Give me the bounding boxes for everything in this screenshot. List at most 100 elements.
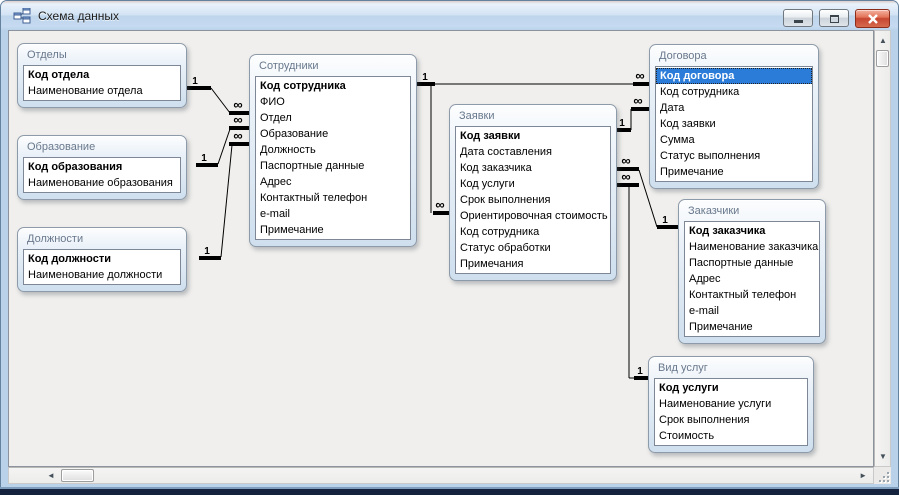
- cardinality-label: ∞: [621, 169, 630, 184]
- field-row[interactable]: Код образования: [24, 159, 180, 175]
- cardinality-label: ∞: [233, 97, 242, 112]
- table-title[interactable]: Договора: [650, 45, 818, 66]
- field-list: Код заказчикаНаименование заказчикаПаспо…: [684, 221, 820, 337]
- field-row[interactable]: Паспортные данные: [685, 255, 819, 271]
- field-row[interactable]: Код заявки: [656, 116, 812, 132]
- cardinality-label: 1: [422, 72, 428, 83]
- field-row[interactable]: Код услуги: [456, 176, 610, 192]
- horizontal-scroll-thumb[interactable]: [61, 469, 94, 482]
- cardinality-label: 1: [662, 215, 668, 226]
- table-dogovora[interactable]: Договора Код договораКод сотрудникаДатаКо…: [649, 44, 819, 189]
- horizontal-scrollbar[interactable]: ◄ ►: [8, 467, 874, 484]
- field-row[interactable]: ФИО: [256, 94, 410, 110]
- field-row[interactable]: Срок выполнения: [456, 192, 610, 208]
- field-row[interactable]: Наименование должности: [24, 267, 180, 283]
- field-row[interactable]: Код сотрудника: [656, 84, 812, 100]
- cardinality-label: 1: [204, 246, 210, 257]
- field-row[interactable]: Код сотрудника: [256, 78, 410, 94]
- table-zakazchiki[interactable]: ЗаказчикиКод заказчикаНаименование заказ…: [678, 199, 826, 344]
- field-row[interactable]: Примечания: [456, 256, 610, 272]
- diagram-canvas[interactable]: 1∞1∞1∞1∞∞1∞1∞1∞ ОтделыКод отделаНаименов…: [8, 30, 874, 467]
- scroll-down-icon[interactable]: ▼: [879, 453, 887, 461]
- field-row[interactable]: Код отдела: [24, 67, 180, 83]
- cardinality-label: ∞: [635, 68, 644, 83]
- field-row[interactable]: Код услуги: [655, 380, 807, 396]
- field-row[interactable]: Наименование отдела: [24, 83, 180, 99]
- cardinality-label: 1: [201, 153, 207, 164]
- table-title[interactable]: Заказчики: [679, 200, 825, 221]
- field-row[interactable]: Отдел: [256, 110, 410, 126]
- field-list: Код должностиНаименование должности: [23, 249, 181, 285]
- title-bar[interactable]: Схема данных: [1, 1, 898, 30]
- relationship-line[interactable]: [218, 129, 230, 164]
- field-row[interactable]: Код заявки: [456, 128, 610, 144]
- field-row[interactable]: Статус обработки: [456, 240, 610, 256]
- field-row[interactable]: Наименование заказчика: [685, 239, 819, 255]
- table-title[interactable]: Отделы: [18, 44, 186, 65]
- minimize-button[interactable]: [783, 9, 813, 27]
- table-title[interactable]: Заявки: [450, 105, 616, 126]
- cardinality-label: ∞: [233, 128, 242, 143]
- field-list: Код услугиНаименование услугиСрок выполн…: [654, 378, 808, 446]
- field-row[interactable]: Код заказчика: [685, 223, 819, 239]
- field-row[interactable]: Стоимость: [655, 428, 807, 444]
- table-dolzhnosti[interactable]: ДолжностиКод должностиНаименование должн…: [17, 227, 187, 292]
- field-row[interactable]: e-mail: [256, 206, 410, 222]
- field-row[interactable]: e-mail: [685, 303, 819, 319]
- relationship-line[interactable]: [221, 145, 232, 257]
- field-row[interactable]: Код заказчика: [456, 160, 610, 176]
- cardinality-label: ∞: [233, 112, 242, 127]
- vertical-scrollbar[interactable]: ▲ ▼: [874, 30, 891, 467]
- field-row[interactable]: Сумма: [656, 132, 812, 148]
- scroll-left-icon[interactable]: ◄: [47, 472, 55, 480]
- field-row[interactable]: Примечание: [656, 164, 812, 180]
- field-row[interactable]: Срок выполнения: [655, 412, 807, 428]
- table-sotrudniki[interactable]: СотрудникиКод сотрудникаФИООтделОбразова…: [249, 54, 417, 247]
- scroll-up-icon[interactable]: ▲: [879, 37, 887, 45]
- resize-grip-icon[interactable]: [878, 471, 889, 482]
- field-row[interactable]: Дата составления: [456, 144, 610, 160]
- field-row[interactable]: Наименование образования: [24, 175, 180, 191]
- close-button[interactable]: [855, 9, 890, 28]
- table-otdely[interactable]: ОтделыКод отделаНаименование отдела: [17, 43, 187, 108]
- field-row[interactable]: Ориентировочная стоимость: [456, 208, 610, 224]
- field-row[interactable]: Образование: [256, 126, 410, 142]
- field-row[interactable]: Паспортные данные: [256, 158, 410, 174]
- field-row[interactable]: Примечание: [685, 319, 819, 335]
- field-row[interactable]: Должность: [256, 142, 410, 158]
- field-row[interactable]: Контактный телефон: [256, 190, 410, 206]
- maximize-button[interactable]: [819, 9, 849, 27]
- table-title[interactable]: Сотрудники: [250, 55, 416, 76]
- field-row[interactable]: Адрес: [685, 271, 819, 287]
- minimize-icon: [794, 20, 803, 23]
- table-title[interactable]: Должности: [18, 228, 186, 249]
- field-row[interactable]: Код должности: [24, 251, 180, 267]
- field-row[interactable]: Наименование услуги: [655, 396, 807, 412]
- table-zayavki[interactable]: Заявки Код заявкиДата составленияКод зака…: [449, 104, 617, 281]
- field-row[interactable]: Код сотрудника: [456, 224, 610, 240]
- field-row[interactable]: Адрес: [256, 174, 410, 190]
- cardinality-label: ∞: [435, 197, 444, 212]
- field-list: Код образованияНаименование образования: [23, 157, 181, 193]
- screen-edge-strip: [0, 489, 899, 495]
- field-list: Код отделаНаименование отдела: [23, 65, 181, 101]
- table-vid_uslug[interactable]: Вид услугКод услугиНаименование услугиСр…: [648, 356, 814, 453]
- relationship-line[interactable]: [211, 88, 230, 113]
- table-obrazovanie[interactable]: ОбразованиеКод образованияНаименование о…: [17, 135, 187, 200]
- table-title[interactable]: Вид услуг: [649, 357, 813, 378]
- maximize-icon: [830, 15, 839, 23]
- cardinality-label: 1: [192, 76, 198, 87]
- vertical-scroll-thumb[interactable]: [876, 50, 889, 67]
- field-row[interactable]: Код договора: [656, 68, 812, 84]
- field-row[interactable]: Примечание: [256, 222, 410, 238]
- field-row[interactable]: Дата: [656, 100, 812, 116]
- scroll-right-icon[interactable]: ►: [859, 472, 867, 480]
- cardinality-label: 1: [619, 118, 625, 129]
- window-controls: [783, 9, 890, 28]
- field-row[interactable]: Контактный телефон: [685, 287, 819, 303]
- relationships-icon[interactable]: [13, 8, 31, 24]
- field-row[interactable]: Статус выполнения: [656, 148, 812, 164]
- table-title[interactable]: Образование: [18, 136, 186, 157]
- cardinality-label: 1: [637, 366, 643, 377]
- field-list: Код сотрудникаФИООтделОбразованиеДолжнос…: [255, 76, 411, 240]
